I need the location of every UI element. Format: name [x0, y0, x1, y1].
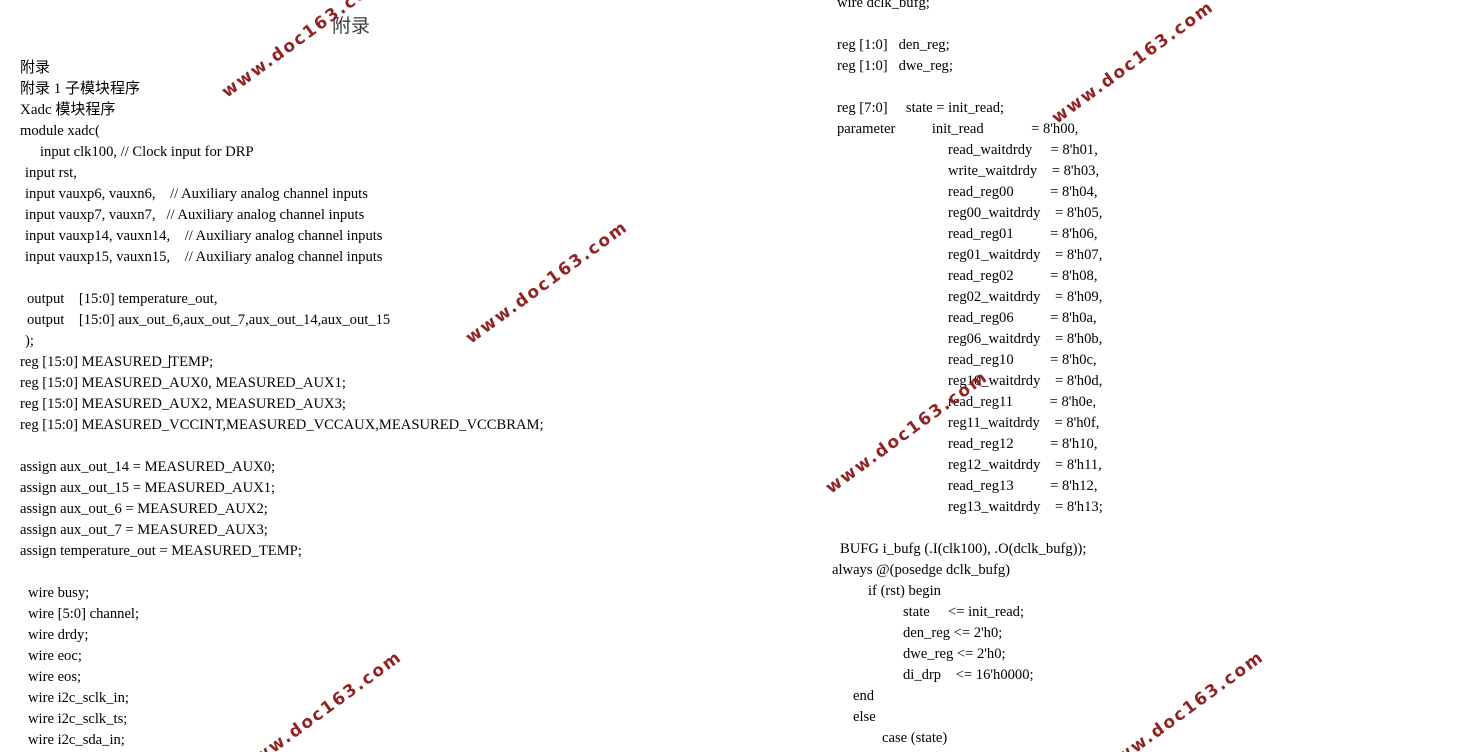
- code-line: read_reg12 = 8'h10,: [948, 436, 1098, 452]
- code-line: module xadc(: [20, 123, 100, 139]
- watermark-text: www.doc163.com: [1048, 0, 1219, 129]
- code-line: reg02_waitdrdy = 8'h09,: [948, 289, 1103, 305]
- code-line: wire eos;: [28, 669, 82, 685]
- code-line: output [15:0] temperature_out,: [27, 291, 218, 307]
- code-line: reg13_waitdrdy = 8'h13;: [948, 499, 1103, 515]
- code-line: wire eoc;: [28, 648, 82, 664]
- code-line: read_reg13 = 8'h12,: [948, 478, 1098, 494]
- code-line: always @(posedge dclk_bufg): [832, 562, 1010, 578]
- code-line: assign temperature_out = MEASURED_TEMP;: [20, 543, 302, 559]
- code-line: assign aux_out_14 = MEASURED_AUX0;: [20, 459, 276, 475]
- code-line: read_reg02 = 8'h08,: [948, 268, 1098, 284]
- watermark-text: www.doc163.com: [462, 216, 633, 349]
- code-line: state <= init_read;: [903, 604, 1025, 620]
- code-line: reg11_waitdrdy = 8'h0f,: [948, 415, 1100, 431]
- code-line: read_reg10 = 8'h0c,: [948, 352, 1097, 368]
- code-line: assign aux_out_7 = MEASURED_AUX3;: [20, 522, 268, 538]
- code-line: wire i2c_sclk_ts;: [28, 711, 128, 727]
- code-line: if (rst) begin: [868, 583, 941, 599]
- code-line: reg01_waitdrdy = 8'h07,: [948, 247, 1103, 263]
- code-line: else: [853, 709, 876, 725]
- code-line: reg [7:0] state = init_read;: [837, 100, 1005, 116]
- code-line: read_reg06 = 8'h0a,: [948, 310, 1097, 326]
- code-line: input vauxp15, vauxn15, // Auxiliary ana…: [25, 249, 383, 265]
- code-text: TEMP;: [170, 354, 214, 370]
- code-line: input rst,: [25, 165, 77, 181]
- code-line: wire [5:0] channel;: [28, 606, 140, 622]
- code-line: read_waitdrdy = 8'h01,: [948, 142, 1098, 158]
- code-line: end: [853, 688, 875, 704]
- page-title: 附录: [332, 16, 371, 37]
- code-line: wire i2c_sclk_in;: [28, 690, 129, 706]
- code-line: reg06_waitdrdy = 8'h0b,: [948, 331, 1103, 347]
- code-line: reg [1:0] dwe_reg;: [837, 58, 953, 74]
- code-line: reg [1:0] den_reg;: [837, 37, 950, 53]
- code-line: wire dclk_bufg;: [837, 0, 930, 11]
- code-line: wire busy;: [28, 585, 90, 601]
- code-line: assign aux_out_6 = MEASURED_AUX2;: [20, 501, 268, 517]
- code-line: wire i2c_sda_in;: [28, 732, 125, 748]
- code-line: read_reg01 = 8'h06,: [948, 226, 1098, 242]
- code-line: wire drdy;: [28, 627, 89, 643]
- code-line: den_reg <= 2'h0;: [903, 625, 1003, 641]
- code-line: reg [15:0] MEASURED_AUX2, MEASURED_AUX3;: [20, 396, 346, 412]
- code-line: 附录 1 子模块程序: [20, 81, 141, 97]
- watermark-text: www.doc163.com: [236, 646, 407, 752]
- code-line: input vauxp6, vauxn6, // Auxiliary analo…: [25, 186, 368, 202]
- code-line: );: [25, 333, 34, 349]
- code-line: reg00_waitdrdy = 8'h05,: [948, 205, 1103, 221]
- code-line: reg12_waitdrdy = 8'h11,: [948, 457, 1102, 473]
- code-line: reg [15:0] MEASURED_TEMP;: [20, 354, 213, 371]
- code-line: read_reg11 = 8'h0e,: [948, 394, 1097, 410]
- code-line: Xadc 模块程序: [20, 102, 116, 118]
- code-line: input vauxp14, vauxn14, // Auxiliary ana…: [25, 228, 383, 244]
- code-line: BUFG i_bufg (.I(clk100), .O(dclk_bufg));: [840, 541, 1087, 557]
- code-line: read_reg00 = 8'h04,: [948, 184, 1098, 200]
- code-line: input clk100, // Clock input for DRP: [40, 144, 254, 160]
- code-text: reg [15:0] MEASURED_: [20, 354, 170, 370]
- code-line: input vauxp7, vauxn7, // Auxiliary analo…: [25, 207, 365, 223]
- code-line: dwe_reg <= 2'h0;: [903, 646, 1006, 662]
- code-line: case (state): [882, 730, 948, 746]
- code-line: reg10_waitdrdy = 8'h0d,: [948, 373, 1103, 389]
- code-line: assign aux_out_15 = MEASURED_AUX1;: [20, 480, 276, 496]
- code-line: 附录: [20, 60, 51, 76]
- code-line: output [15:0] aux_out_6,aux_out_7,aux_ou…: [27, 312, 391, 328]
- code-line: reg [15:0] MEASURED_VCCINT,MEASURED_VCCA…: [20, 417, 544, 433]
- code-line: parameter init_read = 8'h00,: [837, 121, 1079, 137]
- code-line: reg [15:0] MEASURED_AUX0, MEASURED_AUX1;: [20, 375, 346, 391]
- document-page: www.doc163.com www.doc163.com www.doc163.c…: [0, 0, 1470, 752]
- code-line: write_waitdrdy = 8'h03,: [948, 163, 1100, 179]
- code-line: di_drp <= 16'h0000;: [903, 667, 1034, 683]
- watermark-text: www.doc163.com: [1098, 646, 1269, 752]
